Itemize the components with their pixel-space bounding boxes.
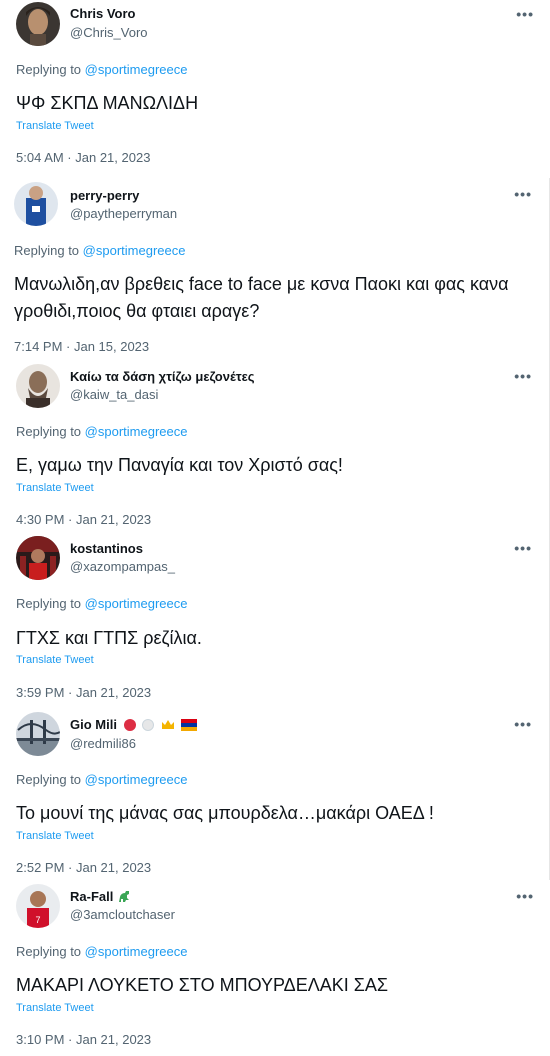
translate-tweet-link[interactable]: Translate Tweet xyxy=(16,120,94,132)
tweet-text: Μανωλιδη,αν βρεθεις face to face με κσνα… xyxy=(14,274,509,321)
display-name[interactable]: Ra-Fall xyxy=(70,889,131,906)
avatar[interactable] xyxy=(16,364,60,408)
replying-to: Replying to @sportimegreece xyxy=(16,944,188,959)
tweet-timestamp[interactable]: 4:30 PM · Jan 21, 2023 xyxy=(16,512,151,527)
replying-to: Replying to @sportimegreece xyxy=(16,596,188,611)
user-handle[interactable]: @kaiw_ta_dasi xyxy=(70,387,158,402)
user-handle[interactable]: @Chris_Voro xyxy=(70,25,148,40)
more-options-icon[interactable]: ••• xyxy=(514,540,532,556)
reply-tweet[interactable]: perry-perry @paytheperryman ••• Replying… xyxy=(0,178,550,360)
more-options-icon[interactable]: ••• xyxy=(514,368,532,384)
user-handle[interactable]: @xazompampas_ xyxy=(70,559,175,574)
replying-to: Replying to @sportimegreece xyxy=(16,772,188,787)
more-options-icon[interactable]: ••• xyxy=(516,6,534,22)
white-circle-emoji-icon xyxy=(142,719,155,734)
avatar[interactable] xyxy=(16,536,60,580)
tweet-timestamp[interactable]: 2:52 PM · Jan 21, 2023 xyxy=(16,860,151,875)
reply-to-handle-link[interactable]: @sportimegreece xyxy=(85,944,188,959)
user-handle[interactable]: @redmili86 xyxy=(70,736,136,751)
dinosaur-emoji-icon xyxy=(117,890,131,906)
avatar[interactable]: 7 xyxy=(16,884,60,928)
display-name[interactable]: Chris Voro xyxy=(70,6,136,21)
reply-to-handle-link[interactable]: @sportimegreece xyxy=(85,596,188,611)
display-name[interactable]: perry-perry xyxy=(70,188,139,203)
translate-tweet-link[interactable]: Translate Tweet xyxy=(16,654,94,666)
translate-tweet-link[interactable]: Translate Tweet xyxy=(16,830,94,842)
more-options-icon[interactable]: ••• xyxy=(514,716,532,732)
red-circle-emoji-icon xyxy=(123,719,136,734)
user-handle[interactable]: @3amcloutchaser xyxy=(70,907,175,922)
reply-tweet[interactable]: 7 Ra-Fall @3amcloutchaser ••• Replying t… xyxy=(0,880,550,1056)
reply-tweet[interactable]: kostantinos @xazompampas_ ••• Replying t… xyxy=(0,532,550,708)
tweet-timestamp[interactable]: 3:59 PM · Jan 21, 2023 xyxy=(16,685,151,700)
more-options-icon[interactable]: ••• xyxy=(514,186,532,202)
tweet-text: Ε, γαμω την Παναγία και τον Χριστό σας! xyxy=(16,455,343,475)
translate-tweet-link[interactable]: Translate Tweet xyxy=(16,1002,94,1014)
reply-to-handle-link[interactable]: @sportimegreece xyxy=(83,243,186,258)
more-options-icon[interactable]: ••• xyxy=(516,888,534,904)
reply-to-handle-link[interactable]: @sportimegreece xyxy=(85,424,188,439)
tweet-text: ΜΑΚΑΡΙ ΛΟΥΚΕΤΟ ΣΤΟ ΜΠΟΥΡΔΕΛΑΚΙ ΣΑΣ xyxy=(16,975,388,995)
tweet-text: ΨΦ ΣΚΠΔ ΜΑΝΩΛΙΔΗ xyxy=(16,93,199,113)
display-name[interactable]: Gio Mili xyxy=(70,717,198,734)
replying-to: Replying to @sportimegreece xyxy=(14,243,186,258)
avatar[interactable] xyxy=(16,2,60,46)
tweet-text: ΓΤΧΣ και ΓΤΠΣ ρεζίλια. xyxy=(16,628,202,648)
user-handle[interactable]: @paytheperryman xyxy=(70,206,177,221)
avatar[interactable] xyxy=(16,712,60,756)
reply-tweet[interactable]: Chris Voro @Chris_Voro ••• Replying to @… xyxy=(0,0,550,178)
tweet-timestamp[interactable]: 5:04 AM · Jan 21, 2023 xyxy=(16,150,150,165)
display-name[interactable]: Καίω τα δάση χτίζω μεζονέτες xyxy=(70,369,255,384)
svg-text:7: 7 xyxy=(35,915,40,925)
tweet-timestamp[interactable]: 3:10 PM · Jan 21, 2023 xyxy=(16,1032,151,1047)
crown-emoji-icon xyxy=(161,719,175,734)
flag-emoji-icon xyxy=(181,719,198,734)
tweet-text: Το μουνί της μάνας σας μπουρδελα…μακάρι … xyxy=(16,803,434,823)
reply-to-handle-link[interactable]: @sportimegreece xyxy=(85,62,188,77)
replying-to: Replying to @sportimegreece xyxy=(16,62,188,77)
reply-tweet[interactable]: Gio Mili @redmili86 ••• Replying to @spo… xyxy=(0,708,550,880)
translate-tweet-link[interactable]: Translate Tweet xyxy=(16,482,94,494)
display-name[interactable]: kostantinos xyxy=(70,541,143,556)
tweet-timestamp[interactable]: 7:14 PM · Jan 15, 2023 xyxy=(14,339,149,354)
avatar[interactable] xyxy=(14,182,58,226)
reply-tweet[interactable]: Καίω τα δάση χτίζω μεζονέτες @kaiw_ta_da… xyxy=(0,360,550,532)
reply-to-handle-link[interactable]: @sportimegreece xyxy=(85,772,188,787)
replying-to: Replying to @sportimegreece xyxy=(16,424,188,439)
